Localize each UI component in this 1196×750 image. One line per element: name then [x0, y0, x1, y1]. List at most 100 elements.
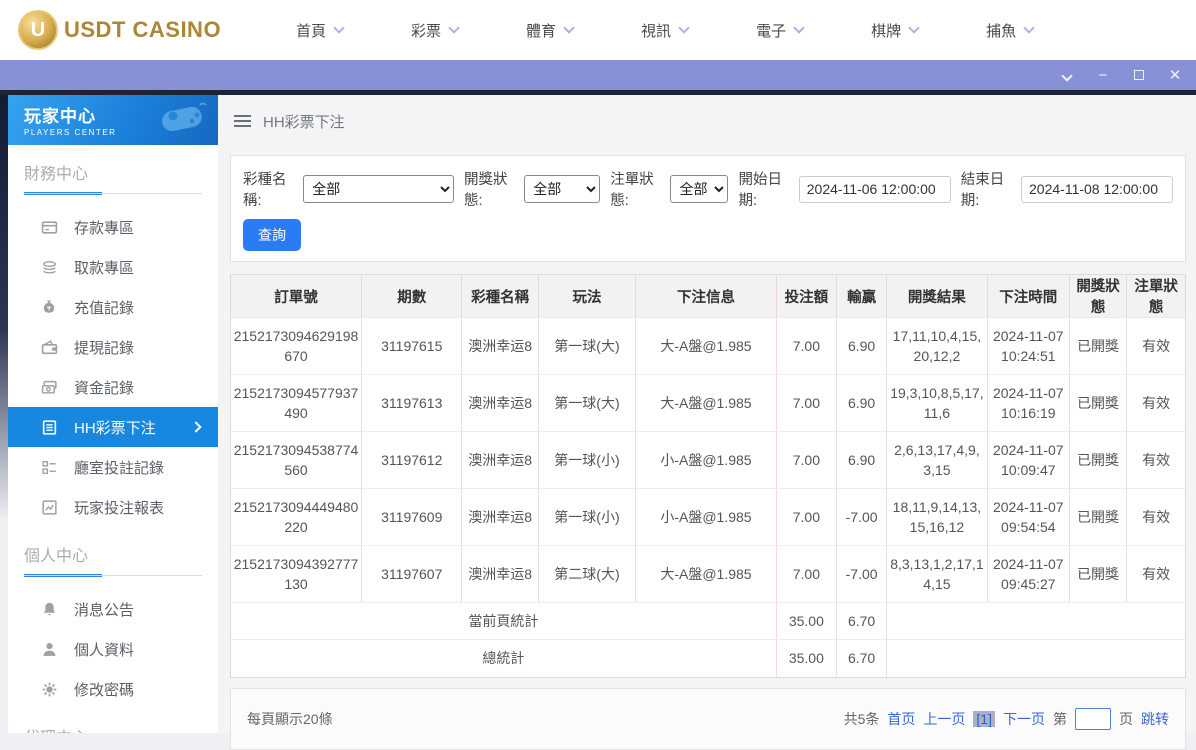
withdrawal-record-icon	[40, 338, 58, 356]
start-date-input[interactable]	[799, 176, 951, 203]
cell-bet-info: 小-A盤@1.985	[636, 489, 777, 546]
window-dropdown-icon[interactable]	[1060, 68, 1074, 83]
cell-draw-result: 19,3,10,8,5,17,11,6	[887, 375, 987, 432]
menu-icon[interactable]	[234, 115, 251, 127]
sidebar-item-announcements[interactable]: 消息公告	[8, 589, 218, 629]
hall-record-icon	[40, 458, 58, 476]
main-content: HH彩票下注 彩種名稱: 全部 開獎狀態: 全部 注單狀態: 全部 開始日期: …	[218, 95, 1196, 733]
section-title: 個人中心	[8, 527, 218, 566]
sidebar-item-label: 取款專區	[74, 257, 134, 278]
cell-order-no: 2152173094538774560	[231, 432, 362, 489]
sidebar-item-hall-bet-record[interactable]: 廳室投註記錄	[8, 447, 218, 487]
next-page-link[interactable]: 下一页	[1003, 709, 1045, 729]
nav-item-fishing[interactable]: 捕魚	[986, 20, 1033, 41]
cell-order-no: 2152173094392777130	[231, 546, 362, 603]
section-divider	[24, 574, 202, 577]
summary-label: 當前頁統計	[231, 603, 776, 640]
cell-bet-time: 2024-11-07 09:54:54	[987, 489, 1069, 546]
sidebar-item-recharge-record[interactable]: 充值記錄	[8, 287, 218, 327]
nav-item-lottery[interactable]: 彩票	[411, 20, 458, 41]
bets-table-card: 訂單號期數彩種名稱玩法下注信息投注額輸贏開獎結果下注時間開獎狀態注單狀態 215…	[230, 274, 1186, 678]
sidebar-item-profile[interactable]: 個人資料	[8, 629, 218, 669]
sidebar-item-label: 充值記錄	[74, 297, 134, 318]
nav-item-video[interactable]: 視訊	[641, 20, 688, 41]
page-summary-row: 當前頁統計35.006.70	[231, 603, 1185, 640]
nav-item-home[interactable]: 首頁	[296, 20, 343, 41]
cell-draw-result: 18,11,9,14,13,15,16,12	[887, 489, 987, 546]
cell-bet-time: 2024-11-07 10:24:51	[987, 318, 1069, 375]
col-header-play-type: 玩法	[538, 275, 635, 318]
filter-panel: 彩種名稱: 全部 開獎狀態: 全部 注單狀態: 全部 開始日期: 結束日期: 查…	[230, 155, 1186, 262]
nav-item-label: 電子	[756, 20, 786, 41]
window-close-icon[interactable]: ✕	[1168, 68, 1182, 83]
nav-item-slots[interactable]: 電子	[756, 20, 803, 41]
cell-play-type: 第一球(小)	[538, 489, 635, 546]
cell-bet-info: 大-A盤@1.985	[636, 375, 777, 432]
sidebar-item-player-bet-report[interactable]: 玩家投注報表	[8, 487, 218, 527]
cell-draw-status: 已開獎	[1069, 318, 1126, 375]
cell-order-status: 有效	[1127, 489, 1185, 546]
nav-item-sports[interactable]: 體育	[526, 20, 573, 41]
order-status-select[interactable]: 全部	[670, 175, 728, 203]
sidebar-item-change-password[interactable]: 修改密碼	[8, 669, 218, 709]
sidebar-item-label: 廳室投註記錄	[74, 457, 164, 478]
current-page-indicator[interactable]: [1]	[973, 711, 995, 727]
window-maximize-icon[interactable]	[1132, 68, 1146, 83]
summary-empty	[887, 603, 1185, 640]
table-row: 215217309462919867031197615澳洲幸运8第一球(大)大-…	[231, 318, 1185, 375]
first-page-link[interactable]: 首页	[887, 709, 915, 729]
jump-suffix-label: 页	[1119, 709, 1133, 729]
lottery-bet-icon	[40, 418, 58, 436]
page-jump-input[interactable]	[1075, 708, 1111, 730]
window-minimize-icon[interactable]: −	[1096, 68, 1110, 83]
col-header-order-status: 注單狀態	[1127, 275, 1185, 318]
total-count-label: 共5条	[844, 709, 880, 729]
sidebar-item-withdrawal-record[interactable]: 提現記錄	[8, 327, 218, 367]
draw-status-label: 開獎狀態:	[464, 168, 519, 210]
sidebar-item-funds-record[interactable]: 資金記錄	[8, 367, 218, 407]
section-title: 財務中心	[8, 145, 218, 184]
sidebar-item-label: 資金記錄	[74, 377, 134, 398]
brand-logo[interactable]: U USDT CASINO	[18, 10, 248, 50]
sidebar-item-withdraw[interactable]: 取款專區	[8, 247, 218, 287]
cell-play-type: 第一球(大)	[538, 318, 635, 375]
cell-draw-status: 已開獎	[1069, 375, 1126, 432]
draw-status-select[interactable]: 全部	[524, 175, 600, 203]
cell-bet-time: 2024-11-07 10:16:19	[987, 375, 1069, 432]
cell-win-loss: -7.00	[837, 489, 887, 546]
cell-period: 31197615	[362, 318, 462, 375]
cell-bet-amount: 7.00	[776, 546, 836, 603]
table-row: 215217309453877456031197612澳洲幸运8第一球(小)小-…	[231, 432, 1185, 489]
cell-draw-status: 已開獎	[1069, 546, 1126, 603]
deposit-icon	[40, 218, 58, 236]
cell-play-type: 第一球(小)	[538, 432, 635, 489]
chevron-down-icon	[908, 22, 919, 33]
sidebar-item-label: 玩家投注報表	[74, 497, 164, 518]
summary-win-loss-total: 6.70	[837, 640, 887, 677]
breadcrumb: HH彩票下注	[218, 95, 1196, 147]
main-nav: 首頁 彩票 體育 視訊 電子 棋牌 捕魚	[296, 20, 1033, 41]
jump-link[interactable]: 跳转	[1141, 709, 1169, 729]
sidebar-item-label: 個人資料	[74, 639, 134, 660]
cell-draw-result: 17,11,10,4,15,20,12,2	[887, 318, 987, 375]
nav-item-board-games[interactable]: 棋牌	[871, 20, 918, 41]
brand-coin-icon: U	[18, 10, 58, 50]
cell-order-no: 2152173094629198670	[231, 318, 362, 375]
summary-bet-total: 35.00	[776, 603, 836, 640]
lottery-name-select[interactable]: 全部	[303, 175, 454, 203]
search-button[interactable]: 查詢	[243, 219, 301, 251]
sidebar-item-label: 消息公告	[74, 599, 134, 620]
prev-page-link[interactable]: 上一页	[923, 709, 965, 729]
nav-item-label: 體育	[526, 20, 556, 41]
cell-draw-status: 已開獎	[1069, 432, 1126, 489]
col-header-win-loss: 輸贏	[837, 275, 887, 318]
cell-order-no: 2152173094577937490	[231, 375, 362, 432]
funds-record-icon	[40, 378, 58, 396]
cell-order-no: 2152173094449480220	[231, 489, 362, 546]
chevron-down-icon	[333, 22, 344, 33]
end-date-input[interactable]	[1021, 176, 1173, 203]
sidebar-item-hh-lottery-bets[interactable]: HH彩票下注	[8, 407, 218, 447]
sidebar-item-deposit[interactable]: 存款專區	[8, 207, 218, 247]
announce-icon	[40, 600, 58, 618]
nav-item-label: 捕魚	[986, 20, 1016, 41]
